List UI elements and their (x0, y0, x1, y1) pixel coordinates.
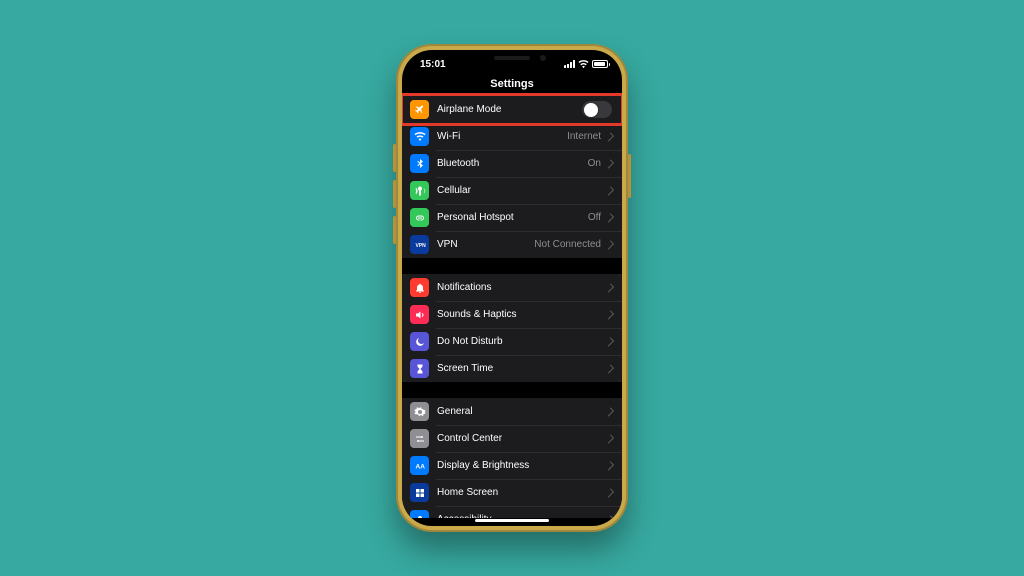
svg-text:VPN: VPN (415, 243, 426, 249)
row-label: Display & Brightness (437, 460, 605, 471)
row-label: Accessibility (437, 514, 605, 518)
chevron-right-icon (605, 337, 614, 346)
settings-group: General Control Center AA Display & Brightn… (402, 398, 622, 518)
chevron-right-icon (605, 515, 614, 518)
row-label: Do Not Disturb (437, 336, 605, 347)
status-time: 15:01 (420, 59, 446, 70)
wifi-icon (410, 127, 429, 146)
bluetooth-icon (410, 154, 429, 173)
row-label: Home Screen (437, 487, 605, 498)
person-icon (410, 510, 429, 518)
chevron-right-icon (605, 240, 614, 249)
status-icons (564, 60, 608, 68)
page-title: Settings (402, 78, 622, 96)
row-label: Cellular (437, 185, 605, 196)
row-sounds-haptics[interactable]: Sounds & Haptics (402, 301, 622, 328)
row-display-brightness[interactable]: AA Display & Brightness (402, 452, 622, 479)
row-label: Control Center (437, 433, 605, 444)
chevron-right-icon (605, 407, 614, 416)
row-general[interactable]: General (402, 398, 622, 425)
link-icon (410, 208, 429, 227)
bell-icon (410, 278, 429, 297)
row-label: Personal Hotspot (437, 212, 588, 223)
home-indicator[interactable] (475, 519, 549, 522)
battery-icon (592, 60, 608, 68)
row-label: Airplane Mode (437, 104, 582, 115)
row-personal-hotspot[interactable]: Personal HotspotOff (402, 204, 622, 231)
row-control-center[interactable]: Control Center (402, 425, 622, 452)
settings-group: Notifications Sounds & Haptics Do Not Dist… (402, 274, 622, 382)
row-value: On (588, 158, 601, 169)
row-accessibility[interactable]: Accessibility (402, 506, 622, 518)
hourglass-icon (410, 359, 429, 378)
chevron-right-icon (605, 213, 614, 222)
row-bluetooth[interactable]: BluetoothOn (402, 150, 622, 177)
row-home-screen[interactable]: Home Screen (402, 479, 622, 506)
row-label: Sounds & Haptics (437, 309, 605, 320)
speaker-icon (410, 305, 429, 324)
chevron-right-icon (605, 159, 614, 168)
textsize-icon: AA (410, 456, 429, 475)
vpn-icon: VPN (410, 235, 429, 254)
row-cellular[interactable]: Cellular (402, 177, 622, 204)
chevron-right-icon (605, 283, 614, 292)
toggle-airplane-mode[interactable] (582, 101, 612, 118)
row-value: Internet (567, 131, 601, 142)
moon-icon (410, 332, 429, 351)
row-screen-time[interactable]: Screen Time (402, 355, 622, 382)
row-do-not-disturb[interactable]: Do Not Disturb (402, 328, 622, 355)
row-label: VPN (437, 239, 534, 250)
row-value: Off (588, 212, 601, 223)
switches-icon (410, 429, 429, 448)
row-airplane-mode[interactable]: Airplane Mode (402, 96, 622, 123)
gear-icon (410, 402, 429, 421)
svg-text:AA: AA (415, 463, 425, 470)
settings-group: Airplane ModeWi-FiInternetBluetoothOnCel… (402, 96, 622, 258)
row-label: Screen Time (437, 363, 605, 374)
row-value: Not Connected (534, 239, 601, 250)
wifi-status-icon (578, 60, 589, 68)
row-vpn[interactable]: VPNVPNNot Connected (402, 231, 622, 258)
row-wi-fi[interactable]: Wi-FiInternet (402, 123, 622, 150)
chevron-right-icon (605, 132, 614, 141)
row-label: General (437, 406, 605, 417)
airplane-icon (410, 100, 429, 119)
chevron-right-icon (605, 461, 614, 470)
chevron-right-icon (605, 364, 614, 373)
settings-list[interactable]: Airplane ModeWi-FiInternetBluetoothOnCel… (402, 96, 622, 518)
screen: 15:01 Settings Airplane Mode Wi-FiInterne… (402, 50, 622, 526)
grid-icon (410, 483, 429, 502)
row-label: Wi-Fi (437, 131, 567, 142)
row-notifications[interactable]: Notifications (402, 274, 622, 301)
notch (457, 50, 567, 70)
phone-frame: 15:01 Settings Airplane Mode Wi-FiInterne… (396, 44, 628, 532)
chevron-right-icon (605, 186, 614, 195)
chevron-right-icon (605, 310, 614, 319)
chevron-right-icon (605, 488, 614, 497)
antenna-icon (410, 181, 429, 200)
row-label: Bluetooth (437, 158, 588, 169)
chevron-right-icon (605, 434, 614, 443)
row-label: Notifications (437, 282, 605, 293)
